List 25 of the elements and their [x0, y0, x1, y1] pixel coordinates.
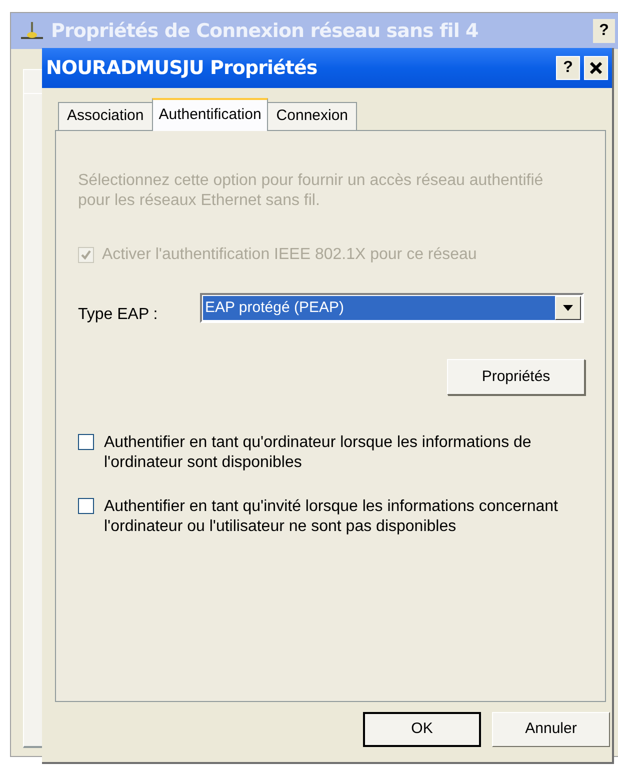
checkbox-label: Authentifier en tant qu'ordinateur lorsque les informations de l'ordinateur sont disponibles [104, 433, 532, 473]
description-text: Sélectionnez cette option pour fournir un accès réseau authentifié pour les réseaux Ethernet sans fil. [78, 171, 544, 211]
tab[interactable]: Connexion [267, 102, 358, 130]
checkbox-label: Authentifier en tant qu'invité lorsque les informations concernant l'ordinateur ou l'utilisateur ne sont pas disponibles [104, 497, 559, 537]
tab[interactable]: Association [58, 102, 153, 130]
dialog-button[interactable]: Annuler [492, 712, 610, 747]
help-button[interactable]: ? [593, 19, 615, 43]
dropdown-value: EAP protégé (PEAP) [203, 296, 555, 320]
caret-icon [563, 305, 573, 311]
network-icon [19, 20, 45, 42]
window-title: Propriétés de Connexion réseau sans fil 4 [51, 18, 478, 44]
field-label: Type EAP : [78, 305, 159, 325]
dropdown-arrow-button[interactable] [555, 296, 581, 320]
dialog-button[interactable]: OK [363, 712, 481, 747]
checkbox[interactable] [78, 434, 94, 450]
checkbox[interactable] [78, 498, 94, 514]
close-icon [590, 62, 602, 74]
help-button[interactable]: ? [556, 56, 580, 80]
tab[interactable]: Authentification [152, 98, 268, 131]
close-button[interactable] [584, 56, 608, 80]
eap-type-dropdown[interactable]: EAP protégé (PEAP) [200, 293, 584, 323]
window-title: NOURADMUSJU Propriétés [46, 56, 318, 81]
checkmark-icon [81, 250, 91, 260]
properties-button[interactable]: Propriétés [447, 359, 585, 395]
checkbox-label: Activer l'authentification IEEE 802.1X pour ce réseau [102, 245, 477, 265]
